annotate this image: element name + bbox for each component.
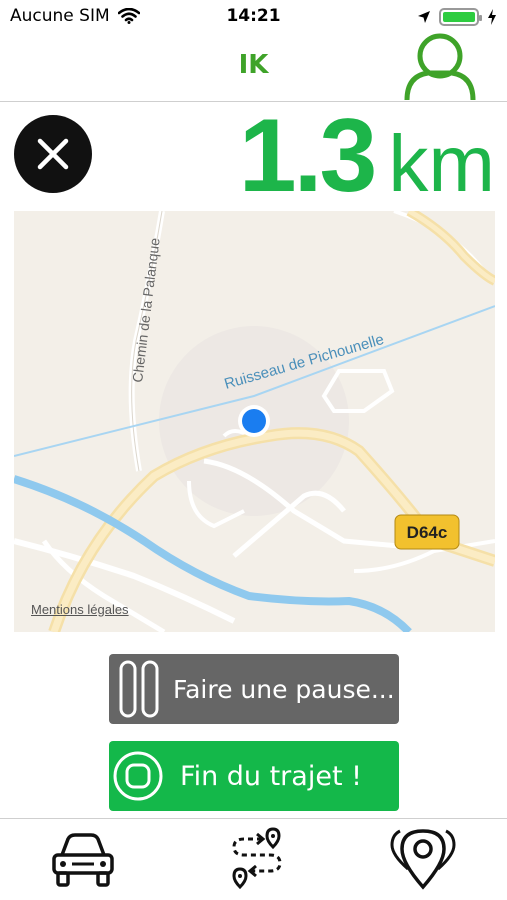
status-bar: Aucune SIM 14:21 [0, 0, 507, 36]
map-legal-link[interactable]: Mentions légales [31, 602, 129, 617]
battery-fill [443, 12, 475, 22]
car-icon[interactable] [48, 825, 118, 891]
map-canvas: Chemin de la Palanque Ruisseau de Pichou… [14, 211, 495, 632]
map-pins-icon[interactable] [388, 825, 458, 891]
stop-icon [113, 751, 163, 801]
distance-display: 1.3 km [239, 104, 495, 208]
pause-label: Faire une pause... [173, 674, 395, 704]
end-trip-button[interactable]: Fin du trajet ! [109, 741, 399, 811]
map-view[interactable]: Chemin de la Palanque Ruisseau de Pichou… [14, 211, 495, 632]
user-icon[interactable] [400, 32, 480, 100]
close-icon [37, 138, 69, 170]
tab-bar [0, 818, 507, 900]
charging-icon [488, 9, 496, 25]
end-trip-label: Fin du trajet ! [180, 760, 362, 792]
route-icon[interactable] [222, 825, 292, 891]
app-header: IK [0, 33, 507, 102]
location-arrow-icon [418, 11, 430, 23]
battery-icon [439, 8, 482, 26]
status-right [417, 8, 497, 26]
pause-icon [119, 660, 159, 718]
road-badge: D64c [407, 523, 448, 542]
distance-value: 1.3 [238, 98, 378, 214]
distance-unit: km [388, 119, 495, 208]
pause-button[interactable]: Faire une pause... [109, 654, 399, 724]
road-label: Chemin de la Palanque [129, 237, 163, 384]
battery-tip [479, 15, 482, 21]
close-trip-button[interactable] [14, 115, 92, 193]
